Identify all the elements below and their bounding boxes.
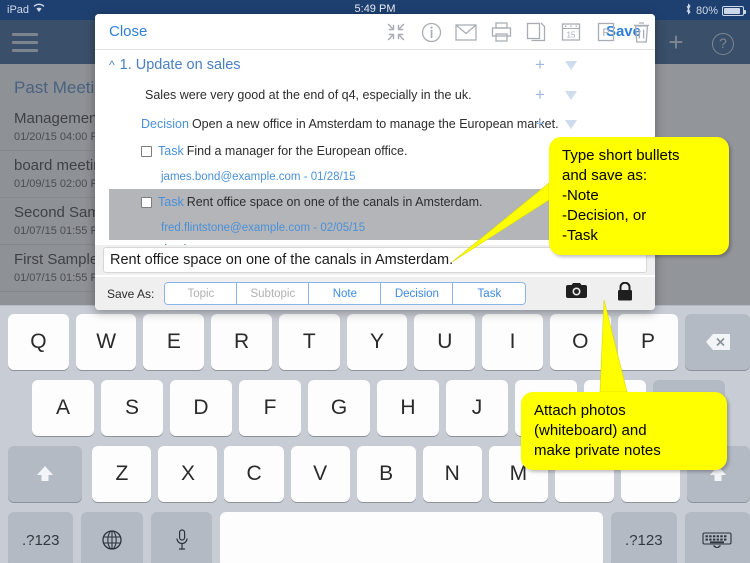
- chevron-down-icon[interactable]: [564, 60, 577, 70]
- key-Z[interactable]: Z: [92, 446, 152, 502]
- row-keyword: Task: [158, 144, 184, 158]
- lock-icon[interactable]: [617, 281, 633, 306]
- note-row-text: Rent office space on one of the canals i…: [186, 195, 483, 209]
- save-as-bar: Save As: Topic Subtopic Note Decision Ta…: [95, 277, 655, 310]
- numeric-key-left[interactable]: .?123: [8, 512, 74, 563]
- assignee-and-date: james.bond@example.com - 01/28/15: [161, 170, 356, 183]
- key-I[interactable]: I: [482, 314, 543, 370]
- task-checkbox[interactable]: [141, 145, 152, 157]
- callout-type-bullets: Type short bullets and save as: -Note -D…: [549, 137, 729, 255]
- note-row-task[interactable]: Task Find a manager for the European off…: [109, 138, 595, 164]
- calendar-icon[interactable]: 15: [560, 20, 582, 44]
- collapse-icon[interactable]: [385, 20, 407, 44]
- add-row-icon[interactable]: +: [535, 115, 545, 132]
- key-H[interactable]: H: [377, 380, 439, 436]
- mail-icon[interactable]: [455, 20, 477, 44]
- info-icon[interactable]: [420, 20, 442, 44]
- add-row-icon[interactable]: +: [535, 86, 545, 103]
- key-A[interactable]: A: [32, 380, 94, 436]
- key-X[interactable]: X: [158, 446, 218, 502]
- copy-icon[interactable]: [525, 20, 547, 44]
- hamburger-menu-icon[interactable]: [12, 33, 38, 52]
- key-D[interactable]: D: [170, 380, 232, 436]
- key-P[interactable]: P: [617, 314, 679, 370]
- battery-percent: 80%: [695, 4, 718, 17]
- svg-text:P: P: [602, 27, 609, 39]
- key-V[interactable]: V: [290, 446, 350, 502]
- add-row-icon[interactable]: +: [535, 56, 545, 73]
- microphone-icon[interactable]: [150, 512, 213, 563]
- save-as-decision[interactable]: Decision: [381, 283, 454, 304]
- backspace-icon[interactable]: [685, 314, 750, 370]
- close-button[interactable]: Close: [109, 23, 147, 40]
- save-as-subtopic[interactable]: Subtopic: [237, 283, 310, 304]
- numeric-key-right[interactable]: .?123: [611, 512, 677, 563]
- key-C[interactable]: C: [224, 446, 284, 502]
- question-mark-icon[interactable]: ?: [712, 33, 734, 55]
- globe-icon[interactable]: [81, 512, 143, 563]
- save-as-task[interactable]: Task: [453, 283, 526, 304]
- row-controls[interactable]: +: [535, 80, 595, 110]
- camera-icon[interactable]: [566, 282, 587, 306]
- key-G[interactable]: G: [308, 380, 370, 436]
- status-bar-right: 80%: [685, 3, 746, 18]
- svg-text:15: 15: [567, 31, 576, 40]
- print-icon[interactable]: [490, 20, 512, 44]
- task-checkbox[interactable]: [141, 196, 152, 208]
- note-row-text: Open a new office in Amsterdam to manage…: [191, 117, 559, 131]
- save-as-segmented-control[interactable]: Topic Subtopic Note Decision Task: [164, 282, 527, 305]
- screen-root: iPad 5:49 PM 80% + ? Past Meetings Manag…: [0, 0, 750, 563]
- bluetooth-icon: [685, 3, 692, 18]
- battery-icon: [722, 5, 746, 16]
- shift-arrow-icon[interactable]: [8, 446, 83, 502]
- key-N[interactable]: N: [422, 446, 482, 502]
- note-row-text: Find a manager for the European office.: [186, 144, 408, 158]
- note-row-text: 1. Update on sales: [119, 57, 241, 73]
- note-row-decision[interactable]: Decision Open a new office in Amsterdam …: [109, 110, 595, 138]
- row-keyword: Decision: [141, 117, 189, 131]
- collapse-caret-icon[interactable]: ^: [109, 58, 115, 72]
- key-O[interactable]: O: [549, 314, 611, 370]
- assignee-and-date: fred.flintstone@example.com - 02/05/15: [161, 221, 366, 234]
- save-as-label: Save As:: [107, 286, 155, 301]
- note-row-text: Sales were very good at the end of q4, e…: [145, 88, 472, 102]
- note-row-topic[interactable]: ^ 1. Update on sales +: [109, 50, 595, 80]
- row-controls[interactable]: +: [535, 110, 595, 138]
- row-controls[interactable]: +: [535, 50, 595, 80]
- note-row-meta: james.bond@example.com - 01/28/15: [109, 164, 595, 189]
- save-as-note[interactable]: Note: [309, 283, 382, 304]
- key-E[interactable]: E: [143, 314, 205, 370]
- key-T[interactable]: T: [278, 314, 340, 370]
- callout-attach-photos: Attach photos (whiteboard) and make priv…: [521, 392, 727, 470]
- chevron-down-icon[interactable]: [564, 119, 577, 129]
- key-R[interactable]: R: [211, 314, 272, 370]
- key-W[interactable]: W: [75, 314, 137, 370]
- editor-toolbar: Close Save 15 P: [95, 14, 655, 50]
- key-U[interactable]: U: [414, 314, 476, 370]
- trash-icon[interactable]: [630, 20, 652, 44]
- key-F[interactable]: F: [239, 380, 301, 436]
- save-as-topic[interactable]: Topic: [165, 283, 238, 304]
- plus-icon[interactable]: +: [664, 29, 688, 55]
- note-row-task-selected[interactable]: Task Rent office space on one of the can…: [109, 189, 595, 215]
- row-keyword: Task: [158, 195, 184, 209]
- space-key[interactable]: [220, 512, 604, 563]
- key-Y[interactable]: Y: [346, 314, 408, 370]
- note-row-note[interactable]: Sales were very good at the end of q4, e…: [109, 80, 595, 110]
- hide-keyboard-icon[interactable]: [684, 512, 750, 563]
- key-S[interactable]: S: [101, 380, 163, 436]
- pdf-icon[interactable]: P: [595, 20, 617, 44]
- chevron-down-icon[interactable]: [564, 90, 577, 100]
- key-J[interactable]: J: [446, 380, 508, 436]
- key-B[interactable]: B: [356, 446, 416, 502]
- key-Q[interactable]: Q: [8, 314, 69, 370]
- note-row-meta: fred.flintstone@example.com - 02/05/15: [109, 215, 595, 240]
